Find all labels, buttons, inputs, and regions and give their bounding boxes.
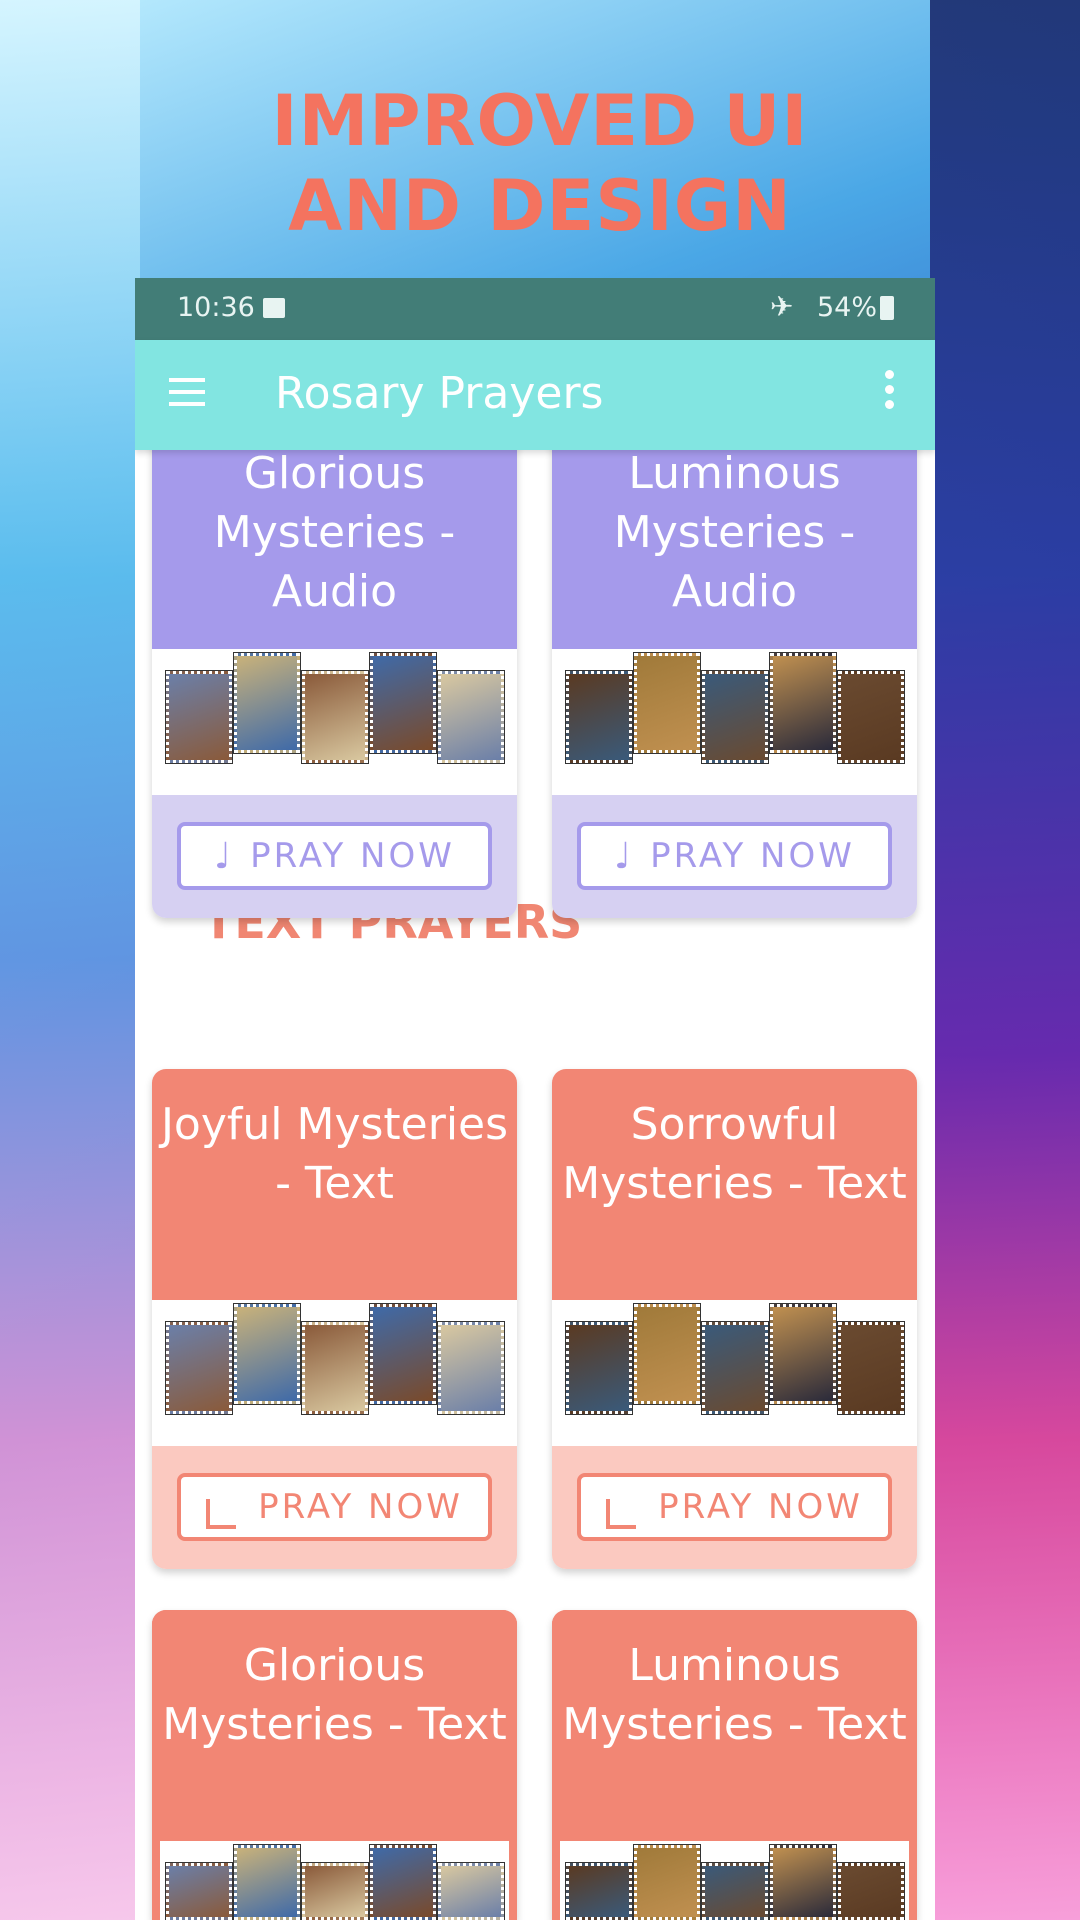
holy-card-picture: [301, 670, 369, 764]
background-right: [930, 0, 1080, 1920]
hamburger-menu-icon[interactable]: [169, 378, 205, 406]
status-time: 10:36: [177, 292, 255, 323]
music-note-icon: ♩: [614, 835, 635, 877]
text-prayer-card[interactable]: Joyful Mysteries - Text PRAY NOW: [152, 1069, 517, 1569]
holy-card-picture: [701, 1862, 769, 1920]
holy-card-picture: [565, 1862, 633, 1920]
holy-card-picture: [633, 652, 701, 754]
holy-card-picture: [233, 1844, 301, 1920]
mysteries-collage-image: [160, 1300, 509, 1446]
text-prayer-card[interactable]: Luminous Mysteries - Text: [552, 1610, 917, 1920]
text-prayer-card[interactable]: Sorrowful Mysteries - Text PRAY NOW: [552, 1069, 917, 1569]
card-footer: PRAY NOW: [552, 1446, 917, 1569]
promo-title-line1: IMPROVED UI: [271, 80, 809, 162]
music-note-icon: ♩: [214, 835, 235, 877]
app-title: Rosary Prayers: [275, 368, 604, 419]
holy-card-picture: [565, 1321, 633, 1415]
card-title: Joyful Mysteries - Text: [152, 1069, 517, 1300]
holy-card-picture: [437, 1862, 505, 1920]
holy-card-picture: [437, 670, 505, 764]
airplane-mode-icon: ✈: [770, 290, 794, 323]
mysteries-collage-image: [560, 1300, 909, 1446]
battery-percent: 54%: [817, 292, 878, 323]
holy-card-picture: [301, 1321, 369, 1415]
holy-card-picture: [837, 1321, 905, 1415]
holy-card-picture: [769, 1303, 837, 1405]
audio-prayer-card[interactable]: Glorious Mysteries - Audio ♩ PRAY NOW: [152, 450, 517, 918]
holy-card-picture: [565, 670, 633, 764]
holy-card-picture: [369, 1303, 437, 1405]
phone-screen: 10:36 ✈ 54% Rosary Prayers TEXT PRAYERS …: [135, 278, 935, 1920]
holy-card-picture: [769, 1844, 837, 1920]
holy-card-picture: [233, 1303, 301, 1405]
more-vertical-icon[interactable]: [885, 370, 895, 415]
pray-now-label: PRAY NOW: [258, 1487, 463, 1527]
card-title: Glorious Mysteries - Audio: [152, 450, 517, 649]
audio-prayer-card[interactable]: Luminous Mysteries - Audio ♩ PRAY NOW: [552, 450, 917, 918]
holy-card-picture: [233, 652, 301, 754]
card-title: Luminous Mysteries - Text: [552, 1610, 917, 1841]
pray-now-label: PRAY NOW: [250, 836, 455, 876]
holy-card-picture: [369, 1844, 437, 1920]
mysteries-collage-image: [160, 649, 509, 795]
holy-card-picture: [165, 670, 233, 764]
holy-card-picture: [633, 1303, 701, 1405]
holy-card-picture: [769, 652, 837, 754]
image-icon: [263, 298, 285, 318]
library-add-icon: [606, 1489, 643, 1529]
card-list[interactable]: TEXT PRAYERS Glorious Mysteries - Audio ♩…: [135, 450, 935, 1920]
holy-card-picture: [701, 1321, 769, 1415]
status-bar: 10:36 ✈ 54%: [135, 278, 935, 340]
text-prayer-card[interactable]: Glorious Mysteries - Text: [152, 1610, 517, 1920]
holy-card-picture: [701, 670, 769, 764]
holy-card-picture: [633, 1844, 701, 1920]
card-title: Luminous Mysteries - Audio: [552, 450, 917, 649]
holy-card-picture: [301, 1862, 369, 1920]
holy-card-picture: [165, 1862, 233, 1920]
card-title: Sorrowful Mysteries - Text: [552, 1069, 917, 1300]
holy-card-picture: [837, 670, 905, 764]
pray-now-button[interactable]: ♩ PRAY NOW: [177, 822, 492, 890]
pray-now-button[interactable]: PRAY NOW: [177, 1473, 492, 1541]
holy-card-picture: [837, 1862, 905, 1920]
promo-title-line2: AND DESIGN: [288, 165, 792, 247]
background-left: [0, 0, 140, 1920]
mysteries-collage-image: [560, 1841, 909, 1920]
mysteries-collage-image: [560, 649, 909, 795]
card-footer: PRAY NOW: [152, 1446, 517, 1569]
pray-now-label: PRAY NOW: [650, 836, 855, 876]
card-footer: ♩ PRAY NOW: [152, 795, 517, 918]
pray-now-button[interactable]: PRAY NOW: [577, 1473, 892, 1541]
app-toolbar: Rosary Prayers: [135, 340, 935, 450]
card-title: Glorious Mysteries - Text: [152, 1610, 517, 1841]
holy-card-picture: [165, 1321, 233, 1415]
holy-card-picture: [369, 652, 437, 754]
library-add-icon: [206, 1489, 243, 1529]
mysteries-collage-image: [160, 1841, 509, 1920]
pray-now-button[interactable]: ♩ PRAY NOW: [577, 822, 892, 890]
card-footer: ♩ PRAY NOW: [552, 795, 917, 918]
battery-charging-icon: [880, 296, 894, 320]
holy-card-picture: [437, 1321, 505, 1415]
pray-now-label: PRAY NOW: [658, 1487, 863, 1527]
